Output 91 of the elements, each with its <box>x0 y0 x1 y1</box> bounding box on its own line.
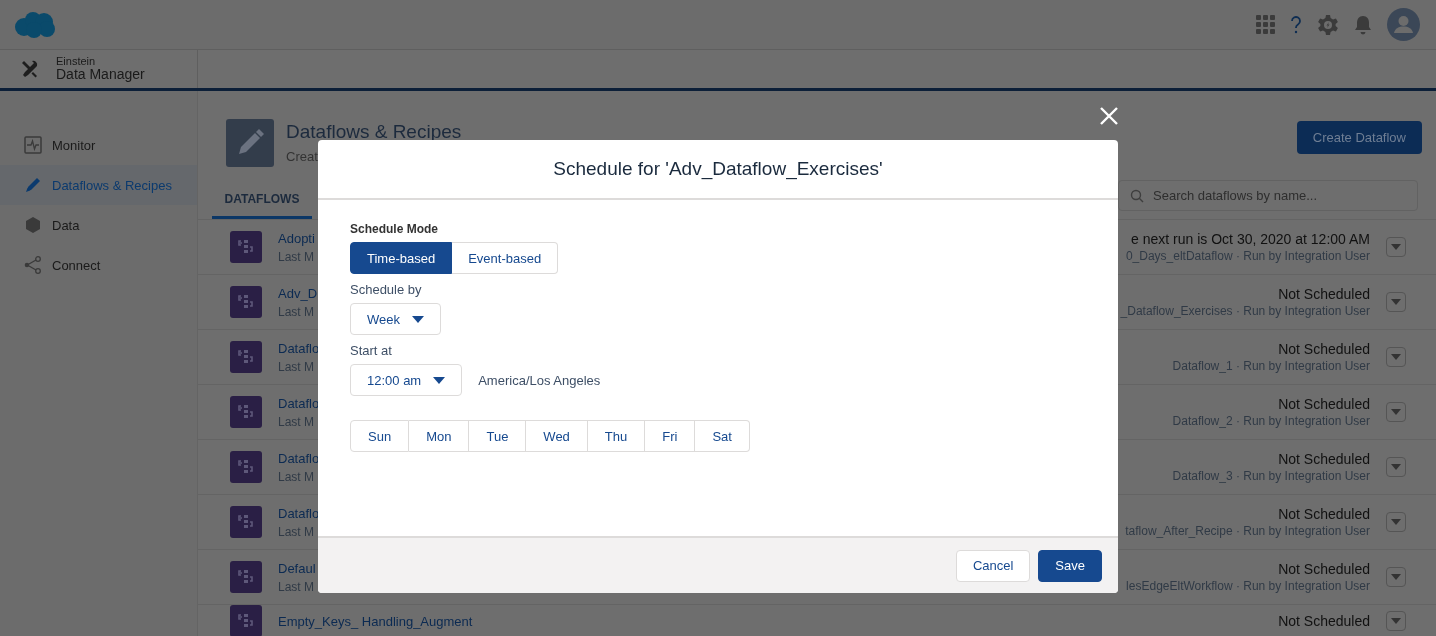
last-modified-text: Last M <box>278 579 315 594</box>
pulse-monitor-icon <box>24 136 42 154</box>
schedule-status: Not Scheduled <box>1278 613 1370 629</box>
run-details: _Dataflow_Exercises · Run by Integration User <box>1120 304 1370 318</box>
run-details: 0_Days_eltDataflow · Run by Integration User <box>1125 249 1370 263</box>
last-modified-text: Last M <box>278 524 315 539</box>
last-modified-text: Last M <box>278 249 315 264</box>
caret-icon <box>412 315 424 323</box>
schedule-status: e next run is Oct 30, 2020 at 12:00 AM <box>1131 231 1370 247</box>
caret-icon <box>433 376 446 384</box>
dataflow-icon <box>230 506 262 538</box>
run-details: lesEdgeEltWorkflow · Run by Integration User <box>1126 579 1370 593</box>
dataflow-icon <box>230 605 262 636</box>
mode-toggle-button[interactable]: Time-based <box>350 242 453 274</box>
schedule-status: Not Scheduled <box>1278 506 1370 522</box>
weekday-button[interactable]: Sat <box>695 420 750 452</box>
help-icon[interactable] <box>1290 15 1302 34</box>
schedule-status: Not Scheduled <box>1278 451 1370 467</box>
user-avatar-icon[interactable] <box>1387 8 1420 41</box>
schedule-status: Not Scheduled <box>1278 561 1370 577</box>
dataflow-icon <box>230 341 262 373</box>
save-button[interactable]: Save <box>1038 549 1102 582</box>
pencil-icon <box>226 119 274 167</box>
schedule-status: Not Scheduled <box>1278 286 1370 302</box>
last-modified-text: Last M <box>278 359 315 374</box>
mode-toggle-button[interactable]: Event-based <box>452 242 559 274</box>
field-label: Schedule by <box>350 282 423 297</box>
caret-icon <box>1391 409 1401 415</box>
page-subtitle: Creat <box>286 149 319 164</box>
caret-icon <box>1391 244 1401 250</box>
dataflow-icon <box>230 396 262 428</box>
caret-icon <box>1391 574 1401 580</box>
schedule-status: Not Scheduled <box>1278 341 1370 357</box>
sidebar-item[interactable]: Monitor <box>0 125 197 165</box>
dataflow-icon <box>230 561 262 593</box>
hexagon-icon <box>24 216 42 234</box>
last-modified-text: Last M <box>278 414 315 429</box>
app-name-top: Einstein <box>56 55 97 68</box>
settings-icon[interactable] <box>1317 13 1339 36</box>
search-field[interactable]: Search dataflows by name... <box>1118 180 1418 211</box>
run-details: Dataflow_2 · Run by Integration User <box>1172 414 1370 428</box>
weekday-button[interactable]: Tue <box>469 420 527 452</box>
row-menu-button[interactable] <box>1386 611 1406 631</box>
weekday-button[interactable]: Sun <box>350 420 410 452</box>
dropdown-button[interactable]: Week <box>350 303 441 335</box>
row-menu-button[interactable] <box>1386 347 1406 367</box>
sidebar-item[interactable]: Data <box>0 205 197 245</box>
sidebar-item[interactable]: Connect <box>0 245 197 285</box>
weekday-button[interactable]: Wed <box>526 420 588 452</box>
row-menu-button[interactable] <box>1386 402 1406 422</box>
notification-bell-icon[interactable] <box>1354 14 1372 35</box>
run-details: taflow_After_Recipe · Run by Integration User <box>1125 524 1370 538</box>
field-label: Start at <box>350 343 393 358</box>
sidebar-item[interactable]: Dataflows & Recipes <box>0 165 197 205</box>
row-menu-button[interactable] <box>1386 292 1406 312</box>
weekday-button[interactable]: Fri <box>645 420 696 452</box>
caret-icon <box>1391 618 1401 624</box>
cloud-logo-icon <box>14 10 56 39</box>
caret-icon <box>1391 519 1401 525</box>
tab[interactable]: DATAFLOWS <box>212 192 312 219</box>
caret-icon <box>1391 299 1401 305</box>
timezone-label: America/Los Angeles <box>478 372 601 388</box>
dataflow-icon <box>230 286 262 318</box>
create-dataflow-button[interactable]: Create Dataflow <box>1296 121 1422 154</box>
close-icon[interactable] <box>1100 107 1118 125</box>
dropdown-button[interactable]: 12:00 am <box>350 364 463 396</box>
row-menu-button[interactable] <box>1386 237 1406 257</box>
caret-icon <box>1391 464 1401 470</box>
last-modified-text: Last M <box>278 469 315 484</box>
caret-icon <box>1391 354 1401 360</box>
app-launcher-icon[interactable] <box>1256 15 1275 34</box>
dataflow-icon <box>230 451 262 483</box>
run-details: Dataflow_3 · Run by Integration User <box>1172 469 1370 483</box>
last-modified-text: Last M <box>278 304 315 319</box>
schedule-status: Not Scheduled <box>1278 396 1370 412</box>
app-name: Data Manager <box>56 67 145 83</box>
row-menu-button[interactable] <box>1386 512 1406 532</box>
row-menu-button[interactable] <box>1386 567 1406 587</box>
run-details: Dataflow_1 · Run by Integration User <box>1172 359 1370 373</box>
row-menu-button[interactable] <box>1386 457 1406 477</box>
pencil-icon <box>24 176 42 194</box>
field-label: Schedule Mode <box>350 222 439 236</box>
page-title: Dataflows & Recipes <box>286 121 463 143</box>
share-icon <box>24 256 42 274</box>
modal-title: Schedule for 'Adv_Dataflow_Exercises' <box>553 158 883 180</box>
weekday-button[interactable]: Thu <box>587 420 646 452</box>
weekday-button[interactable]: Mon <box>409 420 470 452</box>
cancel-button[interactable]: Cancel <box>955 549 1031 582</box>
dataflow-icon <box>230 231 262 263</box>
tools-icon <box>20 59 40 79</box>
dataflow-link[interactable]: Empty_Keys_ Handling_Augment <box>278 613 473 629</box>
